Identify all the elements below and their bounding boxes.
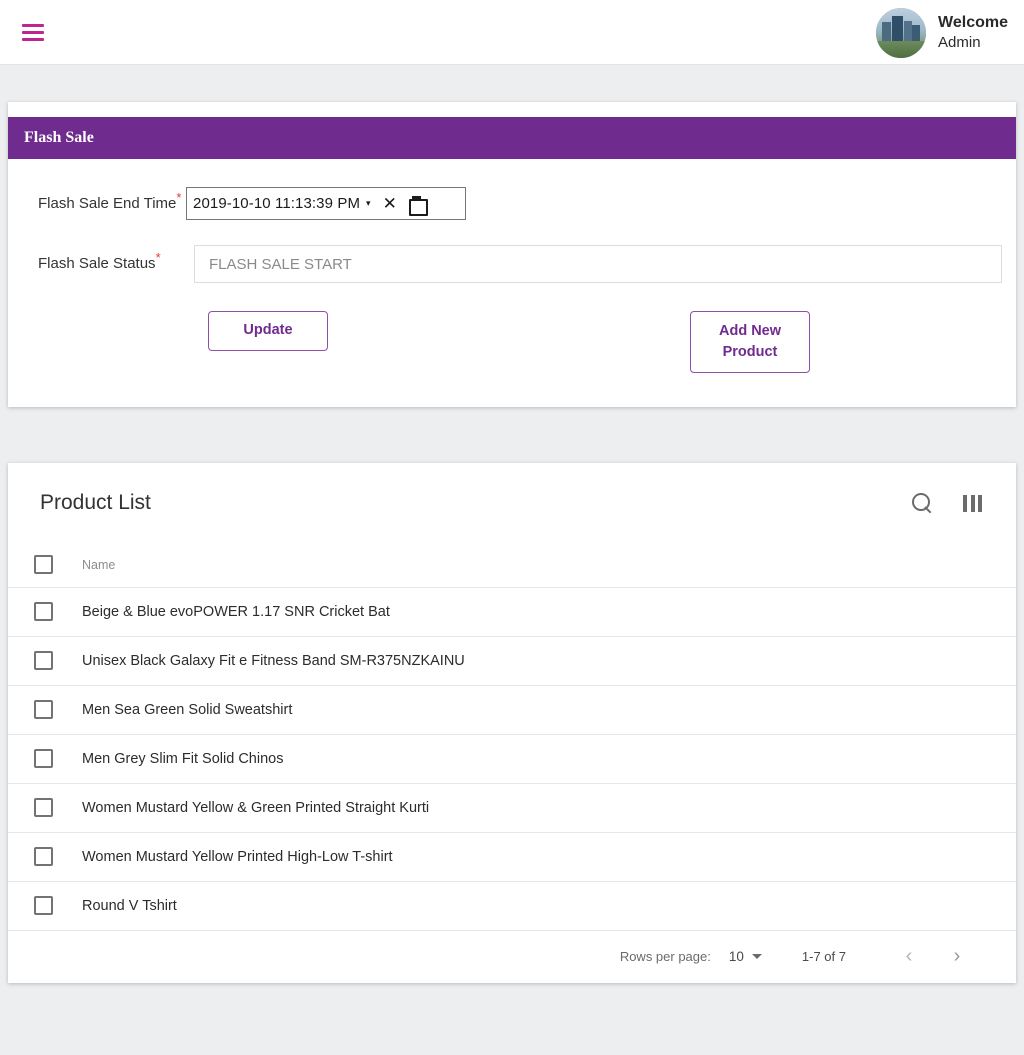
previous-page-button[interactable]: ‹	[894, 942, 924, 972]
avatar	[876, 7, 927, 58]
table-row[interactable]: Beige & Blue evoPOWER 1.17 SNR Cricket B…	[8, 587, 1016, 637]
end-time-value: 2019-10-10 11:13:39 PM	[193, 195, 361, 212]
table-header-row: Name	[8, 543, 1016, 588]
row-select-cell	[8, 587, 82, 637]
chevron-down-icon	[751, 954, 762, 959]
table-row[interactable]: Men Sea Green Solid Sweatshirt	[8, 685, 1016, 735]
row-select-cell	[8, 685, 82, 735]
hamburger-bar	[22, 30, 44, 34]
row-select-cell	[8, 832, 82, 882]
row-checkbox[interactable]	[34, 602, 53, 621]
calendar-icon[interactable]	[408, 195, 428, 216]
table-row[interactable]: Women Mustard Yellow & Green Printed Str…	[8, 783, 1016, 833]
status-value: FLASH SALE START	[209, 255, 352, 273]
flash-sale-body: Flash Sale End Time* 2019-10-10 11:13:39…	[8, 159, 1016, 407]
avatar-building	[912, 24, 921, 42]
end-time-label-text: Flash Sale End Time	[38, 195, 177, 212]
row-checkbox[interactable]	[34, 847, 53, 866]
hamburger-menu-icon[interactable]	[22, 23, 44, 41]
rows-per-page-value: 10	[728, 949, 744, 964]
row-checkbox[interactable]	[34, 896, 53, 915]
page-title: Product List	[40, 491, 151, 514]
end-time-row: Flash Sale End Time* 2019-10-10 11:13:39…	[8, 185, 1016, 220]
row-select-cell	[8, 783, 82, 833]
avatar-building	[892, 15, 904, 42]
top-bar: Welcome Admin	[0, 0, 1024, 65]
product-name: Women Mustard Yellow & Green Printed Str…	[82, 783, 1016, 833]
status-label-text: Flash Sale Status	[38, 255, 156, 272]
pagination-range: 1-7 of 7	[801, 949, 846, 964]
add-new-product-button[interactable]: Add New Product	[690, 311, 810, 373]
flash-sale-title: Flash Sale	[24, 129, 94, 146]
flash-sale-actions: Update Add New Product	[8, 311, 1016, 373]
product-name: Men Grey Slim Fit Solid Chinos	[82, 734, 1016, 784]
flash-sale-status-input[interactable]: FLASH SALE START	[194, 245, 1002, 283]
chevron-down-icon[interactable]: ▾	[366, 198, 371, 209]
table-pagination: Rows per page: 10 1-7 of 7 ‹ ›	[8, 931, 1016, 983]
welcome-title: Welcome	[938, 13, 1008, 31]
row-checkbox[interactable]	[34, 700, 53, 719]
status-row: Flash Sale Status* FLASH SALE START	[8, 245, 1016, 283]
hamburger-bar	[22, 23, 44, 27]
product-name: Unisex Black Galaxy Fit e Fitness Band S…	[82, 636, 1016, 686]
select-all-cell	[8, 543, 82, 588]
product-name: Beige & Blue evoPOWER 1.17 SNR Cricket B…	[82, 587, 1016, 637]
required-asterisk: *	[155, 250, 161, 265]
product-table-head: Name	[8, 543, 1016, 588]
avatar-building	[882, 21, 892, 42]
row-select-cell	[8, 636, 82, 686]
next-page-button[interactable]: ›	[942, 942, 972, 972]
table-row[interactable]: Men Grey Slim Fit Solid Chinos	[8, 734, 1016, 784]
view-column-icon[interactable]	[963, 494, 982, 512]
product-list-card: Product List Name Beige & Blue evoPOWER …	[8, 463, 1016, 983]
row-select-cell	[8, 881, 82, 931]
table-row[interactable]: Women Mustard Yellow Printed High-Low T-…	[8, 832, 1016, 882]
search-icon[interactable]	[912, 492, 933, 514]
user-profile[interactable]: Welcome Admin	[876, 0, 1008, 65]
hamburger-bar	[22, 37, 44, 41]
product-name: Round V Tshirt	[82, 881, 1016, 931]
view-column-glyph	[963, 494, 982, 512]
status-label: Flash Sale Status*	[8, 245, 186, 272]
search-glyph	[912, 492, 933, 514]
rows-per-page-label: Rows per page:	[619, 949, 711, 964]
table-row[interactable]: Round V Tshirt	[8, 881, 1016, 931]
row-checkbox[interactable]	[34, 651, 53, 670]
column-header-name[interactable]: Name	[82, 543, 1016, 588]
row-checkbox[interactable]	[34, 749, 53, 768]
table-row[interactable]: Unisex Black Galaxy Fit e Fitness Band S…	[8, 636, 1016, 686]
welcome-block: Welcome Admin	[938, 12, 1008, 54]
rows-per-page-select[interactable]: 10	[729, 949, 762, 964]
row-select-cell	[8, 734, 82, 784]
flash-sale-card: Flash Sale Flash Sale End Time* 2019-10-…	[8, 102, 1016, 407]
row-checkbox[interactable]	[34, 798, 53, 817]
product-table: Name Beige & Blue evoPOWER 1.17 SNR Cric…	[8, 543, 1016, 931]
flash-sale-header: Flash Sale	[8, 117, 1016, 159]
flash-sale-end-time-input[interactable]: 2019-10-10 11:13:39 PM ▾ ✕	[186, 187, 466, 220]
product-name: Men Sea Green Solid Sweatshirt	[82, 685, 1016, 735]
select-all-checkbox[interactable]	[34, 555, 53, 575]
avatar-ground	[876, 40, 927, 58]
end-time-label: Flash Sale End Time*	[8, 185, 186, 212]
product-name: Women Mustard Yellow Printed High-Low T-…	[82, 832, 1016, 882]
update-button[interactable]: Update	[208, 311, 328, 351]
welcome-username: Admin	[938, 34, 981, 52]
avatar-building	[904, 20, 913, 42]
product-list-toolbar	[912, 492, 982, 514]
product-list-header: Product List	[8, 463, 1016, 543]
product-table-body: Beige & Blue evoPOWER 1.17 SNR Cricket B…	[8, 587, 1016, 931]
clear-icon[interactable]: ✕	[383, 195, 397, 212]
required-asterisk: *	[176, 190, 182, 205]
